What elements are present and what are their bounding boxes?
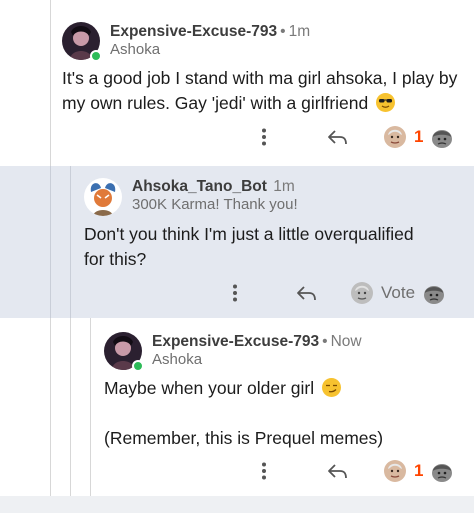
downvote-icon (432, 130, 453, 148)
more-options-button[interactable] (254, 458, 274, 484)
reply-button[interactable] (287, 280, 327, 306)
meta-separator: • (322, 333, 328, 350)
reply-button[interactable] (318, 124, 358, 150)
more-vertical-icon (233, 284, 237, 302)
downvote-button[interactable] (429, 124, 455, 150)
user-flair: Ashoka (110, 41, 161, 58)
downvote-button[interactable] (421, 280, 447, 306)
username[interactable]: Ahsoka_Tano_Bot (132, 178, 267, 195)
avatar[interactable] (104, 332, 144, 372)
comment-actions: Vote (225, 280, 447, 306)
comment-1: Expensive-Excuse-793 • 1m Ashoka It's a go… (0, 0, 474, 166)
upvote-award-icon (384, 126, 406, 148)
vote-count: 1 (414, 461, 424, 480)
upvote-award-icon (351, 282, 373, 304)
more-options-button[interactable] (254, 124, 274, 150)
thread-line (90, 318, 91, 496)
username[interactable]: Expensive-Excuse-793 (152, 333, 319, 350)
thread-line (70, 318, 71, 496)
comment-body: Don't you think I'm just a little overqu… (84, 222, 464, 272)
downvote-icon (432, 464, 453, 482)
comment-text-line: Maybe when your older girl (104, 378, 315, 398)
more-vertical-icon (262, 462, 266, 480)
upvote-award-icon (384, 460, 406, 482)
reply-icon (297, 286, 316, 301)
timestamp: 1m (288, 23, 311, 40)
timestamp: 1m (273, 178, 295, 195)
vote-label: Vote (381, 283, 416, 302)
timestamp: Now (330, 333, 362, 350)
comment-text-line: for this? (84, 249, 147, 269)
upvote-button[interactable] (382, 458, 408, 484)
upvote-button[interactable] (349, 280, 375, 306)
comment-text: It's a good job I stand with ma girl ahs… (62, 68, 458, 113)
more-vertical-icon (262, 128, 266, 146)
comment-actions: 1 (254, 124, 455, 150)
comment-body: Maybe when your older girl (Remember, th… (104, 376, 464, 451)
reply-icon (328, 130, 347, 145)
comment-text-line: (Remember, this is Prequel memes) (104, 428, 384, 448)
online-indicator (132, 360, 144, 372)
vote-count: 1 (414, 127, 424, 146)
user-flair: 300K Karma! Thank you! (132, 196, 298, 213)
downvote-icon (424, 286, 445, 304)
sunglasses-emoji (376, 93, 396, 112)
smirk-emoji (321, 378, 341, 397)
reply-icon (328, 464, 347, 479)
comment-header: Expensive-Excuse-793 • Now Ashoka (104, 332, 362, 372)
avatar[interactable] (62, 22, 102, 62)
thread-line (50, 166, 51, 318)
comment-actions: 1 (254, 458, 455, 484)
more-options-button[interactable] (225, 280, 245, 306)
online-indicator (90, 50, 102, 62)
bottom-divider (0, 496, 474, 513)
username[interactable]: Expensive-Excuse-793 (110, 23, 277, 40)
thread-line (70, 166, 71, 318)
comment-text-line: Don't you think I'm just a little overqu… (84, 224, 414, 244)
downvote-button[interactable] (429, 458, 455, 484)
comment-body: It's a good job I stand with ma girl ahs… (62, 66, 462, 116)
upvote-button[interactable] (382, 124, 408, 150)
comment-header: Expensive-Excuse-793 • 1m Ashoka (62, 22, 311, 62)
meta-separator: • (280, 23, 286, 40)
avatar[interactable] (84, 178, 122, 216)
reply-button[interactable] (318, 458, 358, 484)
comment-3: Expensive-Excuse-793 • Now Ashoka Maybe wh… (0, 318, 474, 496)
comment-header: Ahsoka_Tano_Bot 1m 300K Karma! Thank you… (84, 178, 298, 216)
comment-2: Ahsoka_Tano_Bot 1m 300K Karma! Thank you… (0, 166, 474, 318)
user-flair: Ashoka (152, 351, 203, 368)
